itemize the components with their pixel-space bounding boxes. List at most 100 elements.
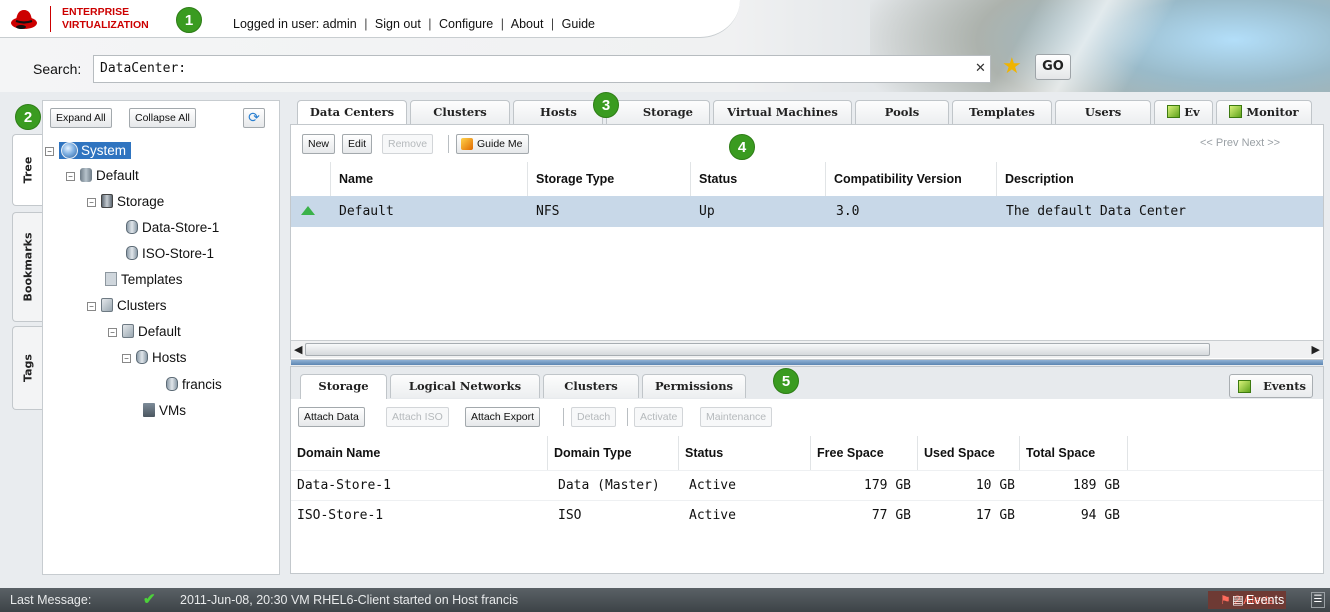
cell-domain-status: Active: [689, 508, 736, 523]
tab-hosts[interactable]: Hosts: [513, 100, 603, 124]
detail-tab-permissions[interactable]: Permissions: [642, 374, 746, 398]
collapse-all-button[interactable]: Collapse All: [129, 108, 196, 128]
tree-node-hosts[interactable]: − Hosts: [122, 350, 187, 365]
column-total-space[interactable]: Total Space: [1020, 436, 1128, 470]
scroll-right-icon[interactable]: ▶: [1312, 341, 1320, 359]
tab-monitor[interactable]: Monitor: [1216, 100, 1312, 124]
remove-button[interactable]: Remove: [382, 134, 434, 154]
sign-out-link[interactable]: Sign out: [375, 17, 421, 31]
tree-node-datacenter-default[interactable]: − Default: [66, 168, 139, 183]
maintenance-button[interactable]: Maintenance: [700, 407, 773, 427]
tab-virtual-machines[interactable]: Virtual Machines: [713, 100, 852, 124]
column-status-icon: [291, 162, 331, 196]
tree-label: Hosts: [152, 350, 187, 365]
column-domain-type[interactable]: Domain Type: [548, 436, 679, 470]
row-divider: [291, 470, 1323, 471]
scroll-left-icon[interactable]: ◀: [294, 341, 302, 359]
tree-node-vms[interactable]: VMs: [143, 403, 186, 418]
horizontal-scrollbar[interactable]: ◀ ▶: [291, 340, 1323, 358]
data-centers-panel: [290, 124, 1324, 360]
detail-events-button[interactable]: Events: [1229, 374, 1313, 398]
tab-tree[interactable]: Tree: [12, 134, 42, 206]
tree-node-clusters[interactable]: − Clusters: [87, 298, 167, 313]
separator: |: [550, 17, 555, 31]
tree-node-system-label[interactable]: System: [59, 142, 132, 159]
collapse-toggle-icon[interactable]: −: [45, 147, 54, 156]
tree-label: Templates: [121, 272, 183, 287]
row-divider: [291, 500, 1323, 501]
callout-5: 5: [773, 368, 799, 394]
tab-clusters[interactable]: Clusters: [410, 100, 510, 124]
vm-icon: [143, 403, 155, 417]
last-message-text: 2011-Jun-08, 20:30 VM RHEL6-Client start…: [180, 593, 519, 607]
tree-node-system[interactable]: − System: [45, 142, 132, 159]
refresh-icon[interactable]: ⟳: [243, 108, 265, 128]
collapse-toggle-icon[interactable]: −: [87, 198, 96, 207]
column-compatibility-version[interactable]: Compatibility Version: [826, 162, 997, 196]
scrollbar-thumb[interactable]: [305, 343, 1210, 356]
tab-events[interactable]: Ev: [1154, 100, 1213, 124]
detail-events-label: Events: [1263, 379, 1306, 393]
events-status-button[interactable]: ▤ Events: [1232, 588, 1302, 612]
configure-link[interactable]: Configure: [439, 17, 493, 31]
attach-data-button[interactable]: Attach Data: [298, 407, 365, 427]
collapse-toggle-icon[interactable]: −: [108, 328, 117, 337]
tree-label: Default: [138, 324, 181, 339]
callout-1: 1: [176, 7, 202, 33]
guide-me-button[interactable]: Guide Me: [456, 134, 529, 154]
column-domain-status[interactable]: Status: [679, 436, 811, 470]
activate-button[interactable]: Activate: [634, 407, 684, 427]
panel-splitter[interactable]: [291, 360, 1323, 365]
tree-node-data-store-1[interactable]: Data-Store-1: [126, 220, 219, 235]
logo-line-1: ENTERPRISE: [62, 6, 130, 18]
tab-users[interactable]: Users: [1055, 100, 1151, 124]
column-storage-type[interactable]: Storage Type: [528, 162, 691, 196]
close-icon[interactable]: ✕: [975, 61, 986, 76]
star-icon[interactable]: ★: [1002, 54, 1022, 79]
tree-node-host-francis[interactable]: francis: [166, 377, 222, 392]
logo-line-2: VIRTUALIZATION: [62, 19, 149, 31]
detail-tab-storage[interactable]: Storage: [300, 374, 387, 399]
column-status[interactable]: Status: [691, 162, 826, 196]
detail-tab-logical-networks[interactable]: Logical Networks: [390, 374, 540, 398]
about-link[interactable]: About: [511, 17, 544, 31]
new-button[interactable]: New: [302, 134, 336, 154]
detail-tab-clusters[interactable]: Clusters: [543, 374, 639, 398]
product-logo-text: ENTERPRISE VIRTUALIZATION: [62, 6, 149, 32]
tab-pools[interactable]: Pools: [855, 100, 949, 124]
tab-storage[interactable]: Storage: [606, 100, 710, 124]
tab-tags[interactable]: Tags: [12, 326, 42, 410]
tree-node-cluster-default[interactable]: − Default: [108, 324, 181, 339]
events-icon: [1238, 380, 1251, 393]
user-bar: Logged in user: admin | Sign out | Confi…: [233, 17, 595, 31]
expand-icon[interactable]: ☰: [1311, 592, 1325, 608]
guide-icon: [461, 138, 473, 150]
detach-button[interactable]: Detach: [571, 407, 617, 427]
tab-monitor-label: Monitor: [1246, 105, 1299, 119]
tab-templates[interactable]: Templates: [952, 100, 1052, 124]
guide-link[interactable]: Guide: [562, 17, 595, 31]
column-domain-name[interactable]: Domain Name: [291, 436, 548, 470]
tree-node-iso-store-1[interactable]: ISO-Store-1: [126, 246, 214, 261]
pager[interactable]: << Prev Next >>: [1200, 137, 1280, 149]
search-input[interactable]: DataCenter:: [93, 55, 991, 83]
attach-export-button[interactable]: Attach Export: [465, 407, 541, 427]
tree-node-templates[interactable]: Templates: [105, 272, 183, 287]
collapse-toggle-icon[interactable]: −: [122, 354, 131, 363]
column-used-space[interactable]: Used Space: [918, 436, 1020, 470]
cell-free-space: 77 GB: [871, 508, 911, 523]
tab-bookmarks[interactable]: Bookmarks: [12, 212, 42, 322]
tab-data-centers[interactable]: Data Centers: [297, 100, 407, 126]
template-icon: [105, 272, 117, 286]
column-name[interactable]: Name: [331, 162, 528, 196]
go-button[interactable]: GO: [1035, 54, 1071, 80]
column-free-space[interactable]: Free Space: [811, 436, 918, 470]
collapse-toggle-icon[interactable]: −: [87, 302, 96, 311]
expand-all-button[interactable]: Expand All: [50, 108, 112, 128]
edit-button[interactable]: Edit: [342, 134, 373, 154]
attach-iso-button[interactable]: Attach ISO: [386, 407, 449, 427]
tree-node-storage[interactable]: − Storage: [87, 194, 164, 209]
collapse-toggle-icon[interactable]: −: [66, 172, 75, 181]
callout-2: 2: [15, 104, 41, 130]
column-description[interactable]: Description: [997, 162, 1323, 196]
